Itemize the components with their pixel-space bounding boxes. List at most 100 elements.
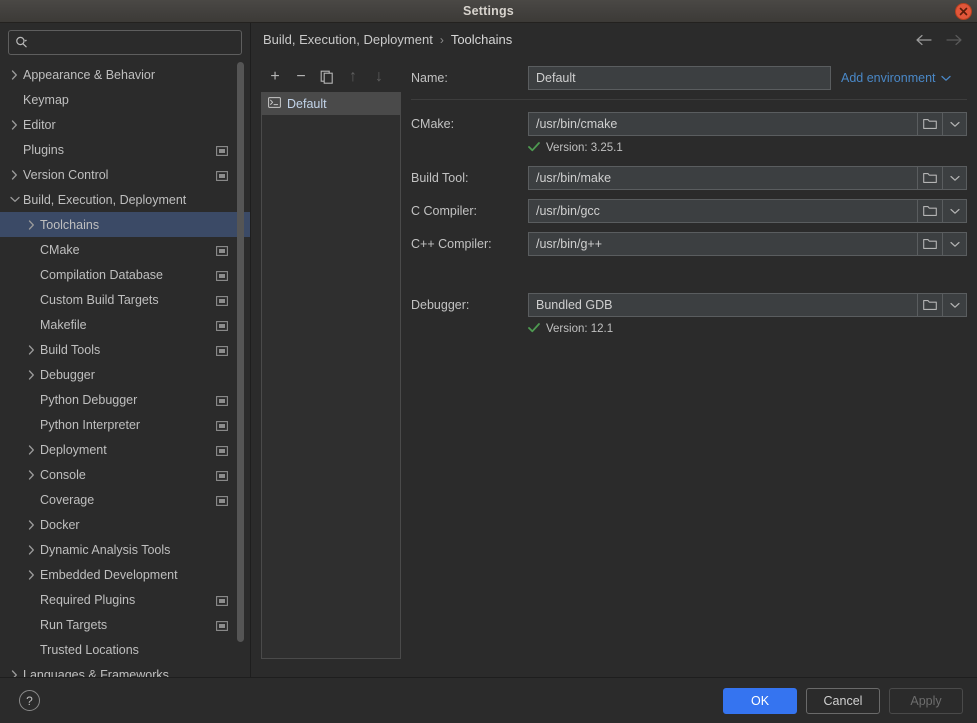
sidebar-item-deployment[interactable]: Deployment <box>0 437 250 462</box>
chevron-down-icon <box>940 75 951 81</box>
sidebar-item-keymap[interactable]: Keymap <box>0 87 250 112</box>
chevron-right-icon[interactable] <box>6 119 23 130</box>
sidebar-item-trusted-locations[interactable]: Trusted Locations <box>0 637 250 662</box>
field-input[interactable] <box>528 166 917 190</box>
chevron-right-icon[interactable] <box>6 69 23 80</box>
dialog-footer: ? OK Cancel Apply <box>0 677 977 723</box>
add-environment-link[interactable]: Add environment <box>841 66 951 90</box>
toolchain-list[interactable]: Default <box>261 92 401 659</box>
settings-body: Appearance & Behavior Keymap Editor Plugins… <box>0 23 977 677</box>
sidebar-item-coverage[interactable]: Coverage <box>0 487 250 512</box>
arrow-left-icon[interactable] <box>915 34 932 46</box>
sidebar-item-label: Python Interpreter <box>40 417 141 432</box>
sidebar-item-label: Coverage <box>40 492 95 507</box>
cancel-button[interactable]: Cancel <box>806 687 880 714</box>
close-icon[interactable] <box>955 3 972 20</box>
sidebar-item-editor[interactable]: Editor <box>0 112 250 137</box>
chevron-right-icon[interactable] <box>23 344 40 355</box>
breadcrumb: Build, Execution, Deployment › Toolchain… <box>251 23 977 56</box>
arrow-right-icon[interactable] <box>946 34 963 46</box>
apply-button[interactable]: Apply <box>889 687 963 714</box>
move-up-button: ↑ <box>349 68 357 85</box>
sidebar-item-build-tools[interactable]: Build Tools <box>0 337 250 362</box>
sidebar-item-console[interactable]: Console <box>0 462 250 487</box>
field-input[interactable] <box>528 199 917 223</box>
name-input[interactable] <box>528 66 831 90</box>
breadcrumb-parent[interactable]: Build, Execution, Deployment <box>263 32 433 47</box>
sidebar-item-python-debugger[interactable]: Python Debugger <box>0 387 250 412</box>
window-title: Settings <box>463 4 514 18</box>
sidebar-item-appearance-behavior[interactable]: Appearance & Behavior <box>0 62 250 87</box>
sidebar-item-docker[interactable]: Docker <box>0 512 250 537</box>
sidebar-item-cmake[interactable]: CMake <box>0 237 250 262</box>
sidebar-item-plugins[interactable]: Plugins <box>0 137 250 162</box>
sidebar-item-build-execution-deployment[interactable]: Build, Execution, Deployment <box>0 187 250 212</box>
chevron-right-icon[interactable] <box>23 519 40 530</box>
search-input[interactable] <box>31 35 235 50</box>
name-label: Name: <box>411 71 448 85</box>
sidebar-item-label: Plugins <box>23 142 64 157</box>
chevron-right-icon[interactable] <box>23 219 40 230</box>
chevron-down-icon[interactable] <box>6 195 23 204</box>
chevron-right-icon[interactable] <box>6 169 23 180</box>
sidebar-item-label: Python Debugger <box>40 392 138 407</box>
chevron-down-icon[interactable] <box>942 199 967 223</box>
folder-icon[interactable] <box>917 166 942 190</box>
field-input[interactable] <box>528 232 917 256</box>
check-icon <box>528 322 540 335</box>
chevron-right-icon[interactable] <box>6 669 23 677</box>
field-control <box>528 199 967 223</box>
copy-toolchain-button[interactable] <box>316 66 338 88</box>
project-scope-icon <box>216 270 228 281</box>
form-row: C Compiler: <box>411 199 967 223</box>
chevron-right-icon[interactable] <box>23 569 40 580</box>
project-scope-icon <box>216 295 228 306</box>
sidebar-item-custom-build-targets[interactable]: Custom Build Targets <box>0 287 250 312</box>
toolchain-toolbar: + − ↑ ↓ <box>261 64 401 90</box>
sidebar-item-languages-frameworks[interactable]: Languages & Frameworks <box>0 662 250 677</box>
chevron-right-icon[interactable] <box>23 544 40 555</box>
help-icon[interactable]: ? <box>19 690 40 711</box>
sidebar-scrollbar[interactable] <box>237 62 244 642</box>
sidebar-item-label: Debugger <box>40 367 95 382</box>
sidebar-item-makefile[interactable]: Makefile <box>0 312 250 337</box>
breadcrumb-separator: › <box>439 32 444 47</box>
sidebar-item-embedded-development[interactable]: Embedded Development <box>0 562 250 587</box>
field-input[interactable] <box>528 112 917 136</box>
sidebar-item-python-interpreter[interactable]: Python Interpreter <box>0 412 250 437</box>
project-scope-icon <box>216 245 228 256</box>
field-input[interactable] <box>528 293 917 317</box>
folder-icon[interactable] <box>917 112 942 136</box>
sidebar-item-toolchains[interactable]: Toolchains <box>0 212 250 237</box>
search-box[interactable] <box>8 30 242 55</box>
sidebar-item-version-control[interactable]: Version Control <box>0 162 250 187</box>
status-badge: Version: 12.1 <box>528 322 967 335</box>
chevron-down-icon[interactable] <box>942 293 967 317</box>
remove-toolchain-button[interactable]: − <box>290 66 312 88</box>
folder-icon[interactable] <box>917 232 942 256</box>
ok-button[interactable]: OK <box>723 687 797 714</box>
sidebar-item-compilation-database[interactable]: Compilation Database <box>0 262 250 287</box>
field-label: C Compiler: <box>411 204 477 218</box>
chevron-down-icon[interactable] <box>942 112 967 136</box>
chevron-right-icon[interactable] <box>23 469 40 480</box>
sidebar-item-required-plugins[interactable]: Required Plugins <box>0 587 250 612</box>
sidebar-item-debugger[interactable]: Debugger <box>0 362 250 387</box>
folder-icon[interactable] <box>917 199 942 223</box>
chevron-down-icon[interactable] <box>942 166 967 190</box>
form-row: C++ Compiler: <box>411 232 967 256</box>
field-label: Build Tool: <box>411 171 469 185</box>
list-item[interactable]: Default <box>262 93 400 115</box>
chevron-down-icon[interactable] <box>942 232 967 256</box>
breadcrumb-navigation <box>915 34 963 46</box>
sidebar-item-dynamic-analysis-tools[interactable]: Dynamic Analysis Tools <box>0 537 250 562</box>
check-icon <box>528 141 540 154</box>
sidebar-item-label: Deployment <box>40 442 107 457</box>
settings-tree: Appearance & Behavior Keymap Editor Plugins… <box>0 60 250 677</box>
chevron-right-icon[interactable] <box>23 369 40 380</box>
chevron-right-icon[interactable] <box>23 444 40 455</box>
add-toolchain-button[interactable]: + <box>264 66 286 88</box>
breadcrumb-current: Toolchains <box>450 32 513 47</box>
folder-icon[interactable] <box>917 293 942 317</box>
sidebar-item-run-targets[interactable]: Run Targets <box>0 612 250 637</box>
